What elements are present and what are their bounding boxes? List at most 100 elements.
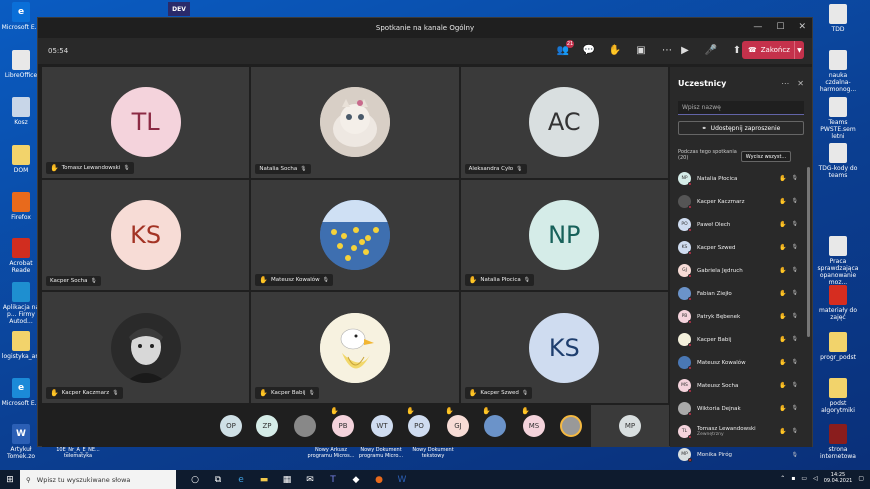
mic-muted-icon[interactable]: 🎙	[792, 428, 798, 435]
video-tile[interactable]: ✋ Kacper Babij 🎙	[251, 292, 459, 403]
strip-participant-avatar[interactable]: PO	[408, 415, 430, 437]
taskbar-search-box[interactable]: ⚲ Wpisz tu wyszukiwane słowa	[20, 470, 176, 489]
app-icon[interactable]: ◆	[349, 475, 363, 485]
desktop-icon-left-8[interactable]: e Microsoft E...	[0, 378, 42, 407]
desktop-icon-right-2[interactable]: Teams PWSTE.sem letni	[817, 97, 859, 140]
video-tile[interactable]: TL ✋ Tomasz Lewandowski 🎙	[42, 67, 250, 178]
minimize-button[interactable]: —	[753, 22, 762, 32]
video-tile[interactable]: KS Kacper Socha 🎙	[42, 179, 250, 291]
strip-participant-avatar[interactable]: GJ	[447, 415, 469, 437]
desktop-icon-right-4[interactable]: Praca sprawdzająca opanowanie moz...	[817, 236, 859, 286]
participant-list-item[interactable]: TL Tomasz Lewandowski Zewnętrzny ✋ 🎙	[678, 420, 808, 443]
panel-scrollbar[interactable]	[807, 167, 810, 337]
firefox-taskbar-icon[interactable]: ●	[372, 475, 386, 485]
desktop-icon-right-7[interactable]: podst algorytmiki	[817, 378, 859, 414]
participant-list-item[interactable]: PB Patryk Bębenek ✋ 🎙	[678, 305, 808, 328]
participant-list-item[interactable]: GJ Gabriela Jędruch ✋ 🎙	[678, 259, 808, 282]
word-taskbar-icon[interactable]: W	[395, 475, 409, 485]
desktop-icon-left-5[interactable]: Acrobat Reade	[0, 238, 42, 274]
mic-muted-icon[interactable]: 🎙	[792, 405, 798, 412]
edge-icon[interactable]: e	[234, 475, 248, 485]
mic-muted-icon[interactable]: 🎙	[792, 198, 798, 205]
maximize-button[interactable]: ☐	[776, 22, 784, 32]
store-icon[interactable]: ▦	[280, 475, 294, 485]
share-invite-button[interactable]: ⚭ Udostępnij zaproszenie	[678, 121, 804, 135]
participant-list-item[interactable]: Kacper Kaczmarz ✋ 🎙	[678, 190, 808, 213]
mic-muted-icon[interactable]: 🎙	[792, 382, 798, 389]
mute-all-button[interactable]: Wycisz wszyst...	[741, 151, 791, 162]
rooms-icon[interactable]: ▣	[634, 43, 648, 57]
chat-icon[interactable]: 💬	[582, 43, 596, 57]
teams-taskbar-icon[interactable]: T	[326, 475, 340, 485]
windows-start-icon[interactable]: ⊞	[0, 470, 20, 489]
desktop-icon-right-3[interactable]: TDG-kody do teams	[817, 143, 859, 179]
tray-app-icon[interactable]: ▪	[791, 475, 795, 482]
desktop-icon-left-3[interactable]: DOM	[0, 145, 42, 174]
participant-list-item[interactable]: MP Monika Piróg 🎙	[678, 443, 808, 466]
end-call-button[interactable]: ☎ Zakończ ▼	[742, 41, 804, 59]
desktop-icon-right-6[interactable]: progr_podst	[817, 332, 859, 361]
desktop-icon-right-1[interactable]: nauka czdalna-harmonog...	[817, 50, 859, 93]
participants-icon[interactable]: 👥 21	[556, 40, 574, 57]
desktop-icon-dev[interactable]: DEV	[168, 2, 190, 16]
desktop-icon-right-5[interactable]: materiały do zajęć	[817, 285, 859, 321]
chevron-down-icon[interactable]: ▼	[793, 41, 804, 59]
participant-search-input[interactable]	[678, 101, 804, 115]
desktop-icon-left-2[interactable]: Kosz	[0, 97, 42, 126]
strip-participant-avatar[interactable]: WT	[371, 415, 393, 437]
mic-muted-icon[interactable]: 🎙	[792, 221, 798, 228]
participant-list-item[interactable]: Wiktoria Dejnak ✋ 🎙	[678, 397, 808, 420]
strip-participant-avatar[interactable]: MS	[523, 415, 545, 437]
desktop-icon-right-0[interactable]: TDD	[817, 4, 859, 33]
video-tile[interactable]: KS ✋ Kacper Szwed 🎙	[460, 292, 668, 403]
close-button[interactable]: ✕	[798, 22, 806, 32]
self-video-tile[interactable]: MP	[591, 405, 669, 447]
video-tile[interactable]: AC Aleksandra Cyło 🎙	[460, 67, 668, 178]
in-meeting-section-header[interactable]: Podczas tego spotkania (20)	[678, 149, 737, 161]
video-tile[interactable]: ✋ Mateusz Kowalów 🎙	[251, 179, 459, 291]
video-tile[interactable]: ✋ Kacper Kaczmarz 🎙	[42, 292, 250, 403]
participant-list-item[interactable]: Mateusz Kowalów ✋ 🎙	[678, 351, 808, 374]
strip-participant-avatar[interactable]: ZP	[256, 415, 278, 437]
mic-muted-icon[interactable]: 🎙	[792, 452, 798, 458]
mic-muted-icon[interactable]: 🎙	[792, 244, 798, 251]
desktop-icon-left-1[interactable]: LibreOffice	[0, 50, 42, 79]
desktop-icon-left-6[interactable]: Aplikacja na p... Firmy Autod...	[0, 282, 42, 325]
desktop-icon-left-9[interactable]: W Artykuł Tomek.zo	[0, 424, 42, 460]
participant-list-item[interactable]: Kacper Babij ✋ 🎙	[678, 328, 808, 351]
cortana-icon[interactable]: ○	[188, 475, 202, 485]
taskbar-clock[interactable]: 14:25 09.04.2021	[824, 472, 853, 484]
mail-icon[interactable]: ✉	[303, 475, 317, 485]
strip-participant-avatar[interactable]	[484, 415, 506, 437]
close-panel-icon[interactable]: ✕	[797, 79, 804, 88]
task-view-icon[interactable]: ⧉	[211, 475, 225, 485]
participant-list-item[interactable]: KS Kacper Szwed ✋ 🎙	[678, 236, 808, 259]
strip-participant-avatar[interactable]: OP	[220, 415, 242, 437]
more-options-icon[interactable]: ⋯	[781, 79, 789, 88]
desktop-bottom-label-3[interactable]: Nowy Dokument programu Micro...	[355, 447, 407, 459]
desktop-icon-left-0[interactable]: e Microsoft E...	[0, 2, 42, 31]
strip-participant-avatar[interactable]: PB	[332, 415, 354, 437]
desktop-icon-right-8[interactable]: strona internetowa	[817, 424, 859, 460]
volume-icon[interactable]: ◁	[813, 475, 818, 482]
camera-off-icon[interactable]: ▶	[678, 43, 692, 57]
mic-muted-icon[interactable]: 🎙	[792, 336, 798, 343]
strip-participant-avatar[interactable]	[294, 415, 316, 437]
notifications-icon[interactable]: ▢	[858, 475, 864, 482]
desktop-bottom-label-1[interactable]: 10E_Nr_A_E_NE... telematyka	[48, 447, 108, 459]
network-icon[interactable]: ▭	[801, 475, 807, 482]
participant-list-item[interactable]: NP Natalia Płocica ✋ 🎙	[678, 167, 808, 190]
desktop-icon-left-4[interactable]: Firefox	[0, 192, 42, 221]
participant-list-item[interactable]: MS Mateusz Socha ✋ 🎙	[678, 374, 808, 397]
file-explorer-icon[interactable]: ▬	[257, 475, 271, 485]
video-tile[interactable]: NP ✋ Natalia Płocica 🎙	[460, 179, 668, 291]
mic-muted-icon[interactable]: 🎙	[792, 175, 798, 182]
mic-muted-icon[interactable]: 🎙	[792, 267, 798, 274]
desktop-bottom-label-2[interactable]: Nowy Arkusz programu Micros...	[305, 447, 357, 459]
raise-hand-icon[interactable]: ✋	[608, 43, 622, 57]
desktop-icon-left-7[interactable]: logistyka_art	[0, 331, 42, 360]
mic-muted-icon[interactable]: 🎙	[792, 359, 798, 366]
desktop-bottom-label-4[interactable]: Nowy Dokument tekstowy	[408, 447, 458, 459]
strip-participant-avatar[interactable]	[560, 415, 582, 437]
microphone-icon[interactable]: 🎤	[704, 43, 718, 57]
